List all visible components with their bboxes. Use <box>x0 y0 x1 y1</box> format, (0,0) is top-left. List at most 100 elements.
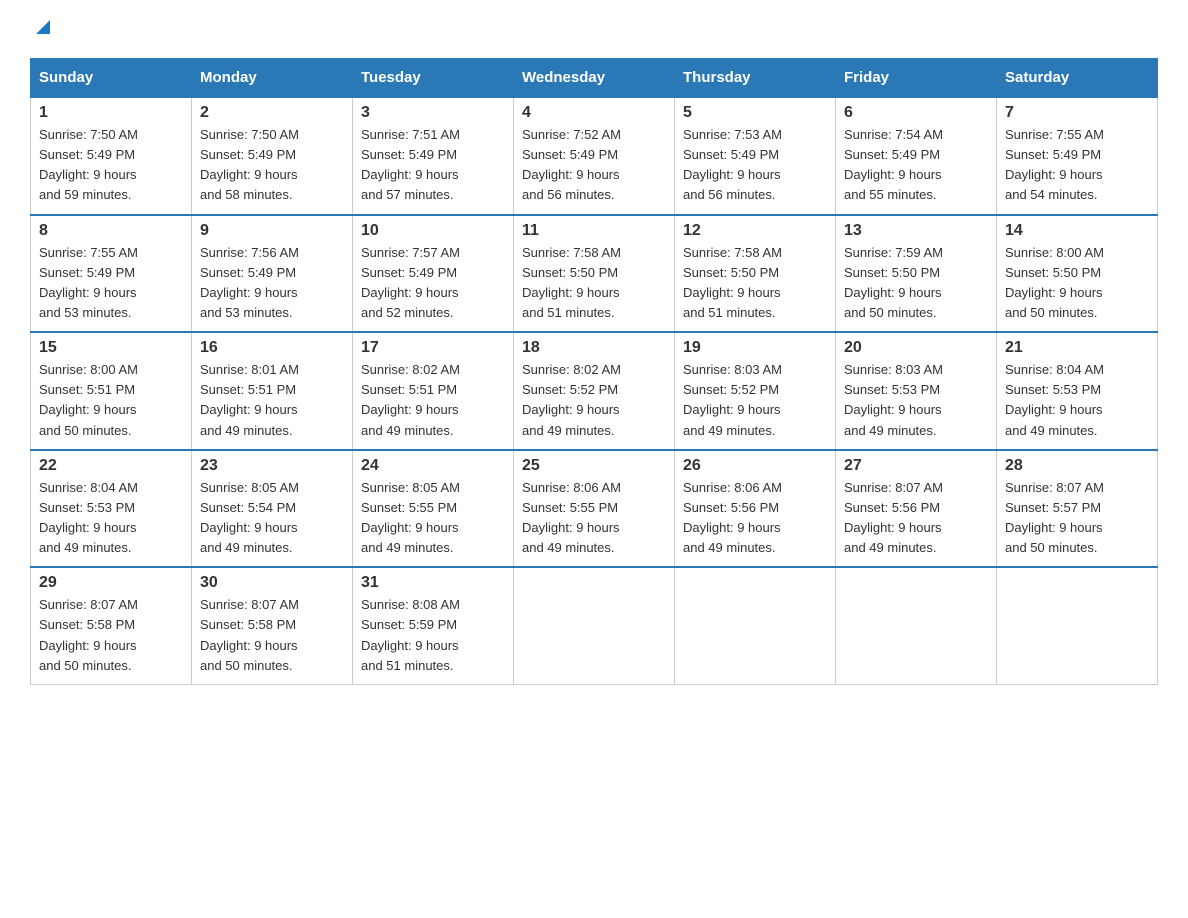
day-info: Sunrise: 7:50 AMSunset: 5:49 PMDaylight:… <box>200 125 344 206</box>
day-info: Sunrise: 8:00 AMSunset: 5:50 PMDaylight:… <box>1005 243 1149 324</box>
day-info: Sunrise: 8:07 AMSunset: 5:58 PMDaylight:… <box>39 595 183 676</box>
calendar-cell: 13 Sunrise: 7:59 AMSunset: 5:50 PMDaylig… <box>836 215 997 333</box>
week-row-2: 8 Sunrise: 7:55 AMSunset: 5:49 PMDayligh… <box>31 215 1158 333</box>
calendar-header-row: SundayMondayTuesdayWednesdayThursdayFrid… <box>31 59 1158 98</box>
calendar-cell: 30 Sunrise: 8:07 AMSunset: 5:58 PMDaylig… <box>192 567 353 684</box>
day-info: Sunrise: 8:01 AMSunset: 5:51 PMDaylight:… <box>200 360 344 441</box>
day-info: Sunrise: 7:58 AMSunset: 5:50 PMDaylight:… <box>683 243 827 324</box>
calendar-cell: 11 Sunrise: 7:58 AMSunset: 5:50 PMDaylig… <box>514 215 675 333</box>
day-number: 11 <box>522 222 666 240</box>
day-number: 24 <box>361 457 505 475</box>
header-sunday: Sunday <box>31 59 192 98</box>
day-number: 14 <box>1005 222 1149 240</box>
calendar-cell: 31 Sunrise: 8:08 AMSunset: 5:59 PMDaylig… <box>353 567 514 684</box>
day-number: 3 <box>361 104 505 122</box>
calendar-cell: 14 Sunrise: 8:00 AMSunset: 5:50 PMDaylig… <box>997 215 1158 333</box>
calendar-cell: 9 Sunrise: 7:56 AMSunset: 5:49 PMDayligh… <box>192 215 353 333</box>
calendar-cell: 8 Sunrise: 7:55 AMSunset: 5:49 PMDayligh… <box>31 215 192 333</box>
day-number: 7 <box>1005 104 1149 122</box>
week-row-5: 29 Sunrise: 8:07 AMSunset: 5:58 PMDaylig… <box>31 567 1158 684</box>
day-info: Sunrise: 8:02 AMSunset: 5:51 PMDaylight:… <box>361 360 505 441</box>
day-number: 17 <box>361 339 505 357</box>
calendar-cell: 15 Sunrise: 8:00 AMSunset: 5:51 PMDaylig… <box>31 332 192 450</box>
day-number: 23 <box>200 457 344 475</box>
header-saturday: Saturday <box>997 59 1158 98</box>
day-info: Sunrise: 7:51 AMSunset: 5:49 PMDaylight:… <box>361 125 505 206</box>
calendar-cell: 20 Sunrise: 8:03 AMSunset: 5:53 PMDaylig… <box>836 332 997 450</box>
calendar-cell: 26 Sunrise: 8:06 AMSunset: 5:56 PMDaylig… <box>675 450 836 568</box>
header-thursday: Thursday <box>675 59 836 98</box>
calendar-cell: 3 Sunrise: 7:51 AMSunset: 5:49 PMDayligh… <box>353 97 514 215</box>
calendar-cell: 1 Sunrise: 7:50 AMSunset: 5:49 PMDayligh… <box>31 97 192 215</box>
day-number: 9 <box>200 222 344 240</box>
calendar-cell: 4 Sunrise: 7:52 AMSunset: 5:49 PMDayligh… <box>514 97 675 215</box>
day-info: Sunrise: 8:04 AMSunset: 5:53 PMDaylight:… <box>1005 360 1149 441</box>
calendar-cell: 25 Sunrise: 8:06 AMSunset: 5:55 PMDaylig… <box>514 450 675 568</box>
calendar-cell: 16 Sunrise: 8:01 AMSunset: 5:51 PMDaylig… <box>192 332 353 450</box>
calendar-table: SundayMondayTuesdayWednesdayThursdayFrid… <box>30 58 1158 685</box>
day-number: 25 <box>522 457 666 475</box>
day-number: 26 <box>683 457 827 475</box>
calendar-cell <box>675 567 836 684</box>
day-info: Sunrise: 7:57 AMSunset: 5:49 PMDaylight:… <box>361 243 505 324</box>
day-info: Sunrise: 8:06 AMSunset: 5:56 PMDaylight:… <box>683 478 827 559</box>
calendar-cell: 22 Sunrise: 8:04 AMSunset: 5:53 PMDaylig… <box>31 450 192 568</box>
calendar-cell: 2 Sunrise: 7:50 AMSunset: 5:49 PMDayligh… <box>192 97 353 215</box>
calendar-cell: 17 Sunrise: 8:02 AMSunset: 5:51 PMDaylig… <box>353 332 514 450</box>
calendar-cell: 18 Sunrise: 8:02 AMSunset: 5:52 PMDaylig… <box>514 332 675 450</box>
day-number: 4 <box>522 104 666 122</box>
day-number: 28 <box>1005 457 1149 475</box>
day-info: Sunrise: 7:55 AMSunset: 5:49 PMDaylight:… <box>1005 125 1149 206</box>
day-info: Sunrise: 7:53 AMSunset: 5:49 PMDaylight:… <box>683 125 827 206</box>
day-info: Sunrise: 8:07 AMSunset: 5:56 PMDaylight:… <box>844 478 988 559</box>
week-row-3: 15 Sunrise: 8:00 AMSunset: 5:51 PMDaylig… <box>31 332 1158 450</box>
logo-triangle-icon <box>32 16 54 38</box>
logo <box>30 20 54 38</box>
day-number: 21 <box>1005 339 1149 357</box>
day-number: 8 <box>39 222 183 240</box>
week-row-1: 1 Sunrise: 7:50 AMSunset: 5:49 PMDayligh… <box>31 97 1158 215</box>
day-info: Sunrise: 7:59 AMSunset: 5:50 PMDaylight:… <box>844 243 988 324</box>
calendar-cell: 19 Sunrise: 8:03 AMSunset: 5:52 PMDaylig… <box>675 332 836 450</box>
day-number: 18 <box>522 339 666 357</box>
header-monday: Monday <box>192 59 353 98</box>
day-info: Sunrise: 7:56 AMSunset: 5:49 PMDaylight:… <box>200 243 344 324</box>
calendar-cell: 12 Sunrise: 7:58 AMSunset: 5:50 PMDaylig… <box>675 215 836 333</box>
day-number: 19 <box>683 339 827 357</box>
day-number: 13 <box>844 222 988 240</box>
day-info: Sunrise: 7:55 AMSunset: 5:49 PMDaylight:… <box>39 243 183 324</box>
day-info: Sunrise: 8:06 AMSunset: 5:55 PMDaylight:… <box>522 478 666 559</box>
day-number: 5 <box>683 104 827 122</box>
header <box>30 20 1158 38</box>
week-row-4: 22 Sunrise: 8:04 AMSunset: 5:53 PMDaylig… <box>31 450 1158 568</box>
day-number: 27 <box>844 457 988 475</box>
day-number: 30 <box>200 574 344 592</box>
day-number: 1 <box>39 104 183 122</box>
day-info: Sunrise: 8:04 AMSunset: 5:53 PMDaylight:… <box>39 478 183 559</box>
day-info: Sunrise: 8:05 AMSunset: 5:55 PMDaylight:… <box>361 478 505 559</box>
calendar-cell <box>997 567 1158 684</box>
day-number: 12 <box>683 222 827 240</box>
calendar-cell: 27 Sunrise: 8:07 AMSunset: 5:56 PMDaylig… <box>836 450 997 568</box>
day-info: Sunrise: 7:52 AMSunset: 5:49 PMDaylight:… <box>522 125 666 206</box>
calendar-cell <box>514 567 675 684</box>
day-info: Sunrise: 8:08 AMSunset: 5:59 PMDaylight:… <box>361 595 505 676</box>
day-info: Sunrise: 7:58 AMSunset: 5:50 PMDaylight:… <box>522 243 666 324</box>
calendar-cell: 6 Sunrise: 7:54 AMSunset: 5:49 PMDayligh… <box>836 97 997 215</box>
calendar-cell: 23 Sunrise: 8:05 AMSunset: 5:54 PMDaylig… <box>192 450 353 568</box>
day-info: Sunrise: 8:03 AMSunset: 5:52 PMDaylight:… <box>683 360 827 441</box>
calendar-cell: 7 Sunrise: 7:55 AMSunset: 5:49 PMDayligh… <box>997 97 1158 215</box>
day-info: Sunrise: 8:02 AMSunset: 5:52 PMDaylight:… <box>522 360 666 441</box>
day-info: Sunrise: 8:05 AMSunset: 5:54 PMDaylight:… <box>200 478 344 559</box>
day-number: 10 <box>361 222 505 240</box>
header-friday: Friday <box>836 59 997 98</box>
day-number: 29 <box>39 574 183 592</box>
day-info: Sunrise: 8:07 AMSunset: 5:57 PMDaylight:… <box>1005 478 1149 559</box>
day-number: 6 <box>844 104 988 122</box>
calendar-cell: 24 Sunrise: 8:05 AMSunset: 5:55 PMDaylig… <box>353 450 514 568</box>
day-number: 15 <box>39 339 183 357</box>
calendar-cell <box>836 567 997 684</box>
day-number: 2 <box>200 104 344 122</box>
day-info: Sunrise: 8:07 AMSunset: 5:58 PMDaylight:… <box>200 595 344 676</box>
day-info: Sunrise: 8:03 AMSunset: 5:53 PMDaylight:… <box>844 360 988 441</box>
